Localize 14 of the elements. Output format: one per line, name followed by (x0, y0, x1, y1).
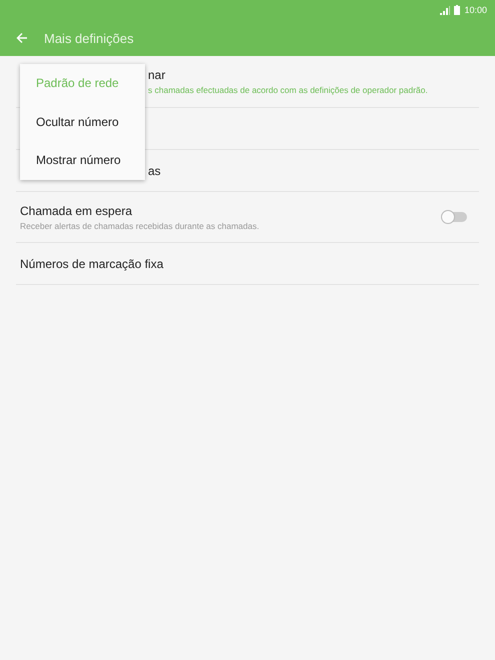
back-arrow-icon[interactable] (16, 32, 28, 44)
setting-title: as (148, 164, 162, 178)
signal-icon (440, 6, 450, 14)
setting-description: Receber alertas de chamadas recebidas durante as chamadas. (20, 220, 260, 230)
toggle-switch[interactable] (443, 212, 467, 222)
toolbar-title: Mais definições (44, 30, 134, 46)
setting-description: s chamadas efectuadas de acordo com as definições de operador padrão. (148, 85, 429, 95)
menu-item[interactable]: Mostrar número (20, 141, 145, 180)
status-time: 10:00 (464, 5, 487, 15)
setting-title: Chamada em espera (20, 204, 134, 218)
setting-title: nar (148, 68, 166, 82)
menu-item[interactable]: Ocultar número (20, 102, 145, 141)
battery-icon (454, 5, 460, 15)
setting-title: Números de marcação fixa (20, 256, 164, 270)
